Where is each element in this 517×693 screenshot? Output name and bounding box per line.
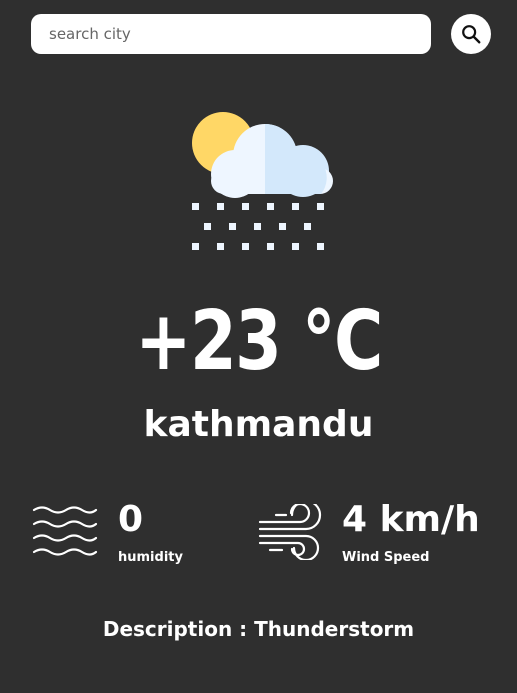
weather-description: Description : Thunderstorm [102,617,415,641]
weather-app: +23 °C kathmandu 0 humidity [0,0,517,693]
wind-stat: 4 km/h Wind Speed [256,500,480,565]
wind-speed-label: Wind Speed [342,550,430,565]
search-bar [31,14,431,54]
search-icon [462,25,481,44]
wind-speed-value: 4 km/h [342,499,480,540]
search-button[interactable] [451,14,491,54]
wind-icon [258,504,322,560]
humidity-label: humidity [118,550,183,565]
sun-cloud-snow-icon [192,112,333,250]
humidity-waves-icon [32,506,98,556]
humidity-stat: 0 humidity [32,500,183,565]
temperature: +23 °C [135,294,383,389]
city-name: kathmandu [143,404,374,445]
humidity-value: 0 [118,499,144,540]
search-input[interactable] [47,24,415,44]
